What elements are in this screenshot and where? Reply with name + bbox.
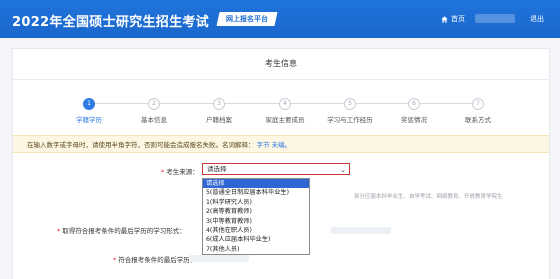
notice-link-encode[interactable]: 未编。	[272, 141, 292, 149]
logout-link[interactable]: 退出	[530, 14, 544, 24]
user-name-blurred	[475, 14, 515, 23]
step-1-circle[interactable]: 1	[83, 98, 95, 110]
step-7-label[interactable]: 联系方式	[465, 114, 491, 124]
home-icon	[441, 15, 448, 23]
chevron-down-icon: ⌄	[340, 166, 346, 174]
dropdown-option[interactable]: 5(普通全日制应届本科毕业生)	[203, 188, 309, 197]
panel-title: 考生信息	[13, 49, 549, 80]
dropdown-option[interactable]: 7(其他人员)	[203, 245, 309, 254]
top-header: 2022年全国硕士研究生招生考试 网上报名平台 首页 退出	[0, 0, 560, 38]
qualify-form-value	[331, 227, 391, 234]
dropdown-option[interactable]: 6(成人应届本科毕业生)	[203, 235, 309, 244]
source-select[interactable]: 请选择 ⌄	[202, 163, 350, 175]
step-2-label[interactable]: 基本信息	[141, 114, 167, 124]
step-2-circle[interactable]: 2	[148, 98, 160, 110]
form-hint: 部分应届本科毕业生、自学考试、网络教育、开放教育学院生	[354, 194, 503, 200]
source-dropdown-list[interactable]: 请选择 5(普通全日制应届本科毕业生) 1(科学研究人员) 2(高等教育教师) 3(中等…	[202, 178, 310, 256]
progress-steps: 1 学籍学历 2 基本信息 3 户籍档案 4 家庭主要成员 5 学习与工作经历 6 奖惩情况 7 联系方式	[13, 98, 549, 128]
step-6-circle[interactable]: 6	[408, 98, 420, 110]
step-5-circle[interactable]: 5	[344, 98, 356, 110]
degree-value	[189, 255, 249, 262]
step-1-label[interactable]: 学籍学历	[76, 114, 102, 124]
dropdown-option[interactable]: 2(高等教育教师)	[203, 207, 309, 216]
dropdown-option[interactable]: 1(科学研究人员)	[203, 198, 309, 207]
step-6-label[interactable]: 奖惩情况	[401, 114, 427, 124]
step-7-circle[interactable]: 7	[472, 98, 484, 110]
step-connector	[291, 103, 344, 104]
qualify-form-label: * 取得符合报考条件的最后学历的学习形式：	[57, 227, 186, 235]
step-4-circle[interactable]: 4	[279, 98, 291, 110]
platform-badge: 网上报名平台	[216, 12, 278, 26]
step-5-label[interactable]: 学习与工作经历	[327, 114, 373, 124]
dropdown-option[interactable]: 请选择	[203, 179, 309, 189]
step-connector	[420, 103, 472, 104]
page-title: 2022年全国硕士研究生招生考试	[12, 15, 209, 30]
step-connector	[95, 103, 148, 104]
notice-link-byte[interactable]: 字节	[257, 141, 270, 149]
degree-label: * 符合报考条件的最后学历：	[113, 256, 197, 264]
candidate-info-panel: 考生信息 1 学籍学历 2 基本信息 3 户籍档案 4 家庭主要成员 5 学习与工作经历 6 奖惩情况…	[12, 48, 550, 279]
step-connector	[356, 103, 408, 104]
home-link[interactable]: 首页	[441, 14, 465, 24]
dropdown-option[interactable]: 4(其他在职人员)	[203, 226, 309, 235]
step-connector	[160, 103, 213, 104]
step-3-circle[interactable]: 3	[213, 98, 225, 110]
step-3-label[interactable]: 户籍档案	[206, 114, 232, 124]
source-label: * 考生来源：	[161, 168, 199, 176]
notice-bar: 在输入数字或字母时，请使用半角字符，否则可能会造成报名失败。名词解释： 字节 未…	[13, 135, 549, 153]
step-4-label[interactable]: 家庭主要成员	[266, 114, 305, 124]
step-connector	[225, 103, 279, 104]
dropdown-option[interactable]: 3(中等教育教师)	[203, 217, 309, 226]
